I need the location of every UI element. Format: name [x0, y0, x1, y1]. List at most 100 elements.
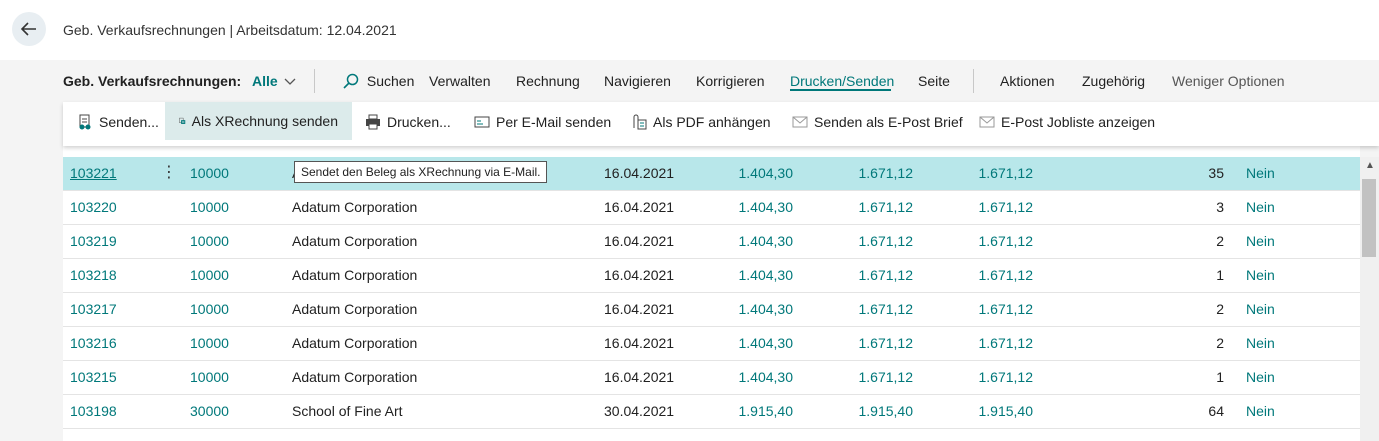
due-date: 16.04.2021 [604, 233, 675, 249]
amount-incl-vat[interactable]: 1.671,12 [859, 301, 914, 317]
due-date: 16.04.2021 [604, 335, 675, 351]
invoice-number-link[interactable]: 103216 [70, 335, 117, 351]
invoice-number-link[interactable]: 103218 [70, 267, 117, 283]
table-row[interactable]: 103218 10000 Adatum Corporation 16.04.2021 1… [63, 259, 1360, 293]
action-bar: Geb. Verkaufsrechnungen: Alle Suchen Ver… [0, 60, 1379, 102]
customer-number-link[interactable]: 10000 [190, 267, 229, 283]
xrechnung-senden-button[interactable]: Als XRechnung senden [165, 102, 352, 140]
amount-incl-vat[interactable]: 1.671,12 [859, 165, 914, 181]
drucken-senden-panel: Senden... Als XRechnung senden Drucken..… [63, 102, 1379, 146]
chevron-down-icon [284, 78, 296, 85]
e-post-jobliste-label: E-Post Jobliste anzeigen [1001, 114, 1156, 130]
amount[interactable]: 1.404,30 [739, 199, 794, 215]
table-row[interactable]: 103217 10000 Adatum Corporation 16.04.2021 1… [63, 293, 1360, 327]
invoice-number-link[interactable]: 103219 [70, 233, 117, 249]
separator [973, 69, 974, 93]
search-button[interactable]: Suchen [343, 73, 414, 89]
menu-seite[interactable]: Seite [918, 73, 950, 89]
customer-number-link[interactable]: 30000 [190, 403, 229, 419]
send-doc-icon [79, 114, 91, 130]
customer-number-link[interactable]: 10000 [190, 369, 229, 385]
invoice-number-link[interactable]: 103220 [70, 199, 117, 215]
customer-number-link[interactable]: 10000 [190, 199, 229, 215]
print-count: 1 [1216, 369, 1224, 385]
remaining-amount[interactable]: 1.671,12 [979, 165, 1034, 181]
amount-incl-vat[interactable]: 1.671,12 [859, 369, 914, 385]
amount[interactable]: 1.404,30 [739, 301, 794, 317]
menu-drucken-senden[interactable]: Drucken/Senden [790, 73, 894, 89]
senden-button[interactable]: Senden... [69, 102, 167, 142]
invoice-number-link[interactable]: 103215 [70, 369, 117, 385]
closed-flag[interactable]: Nein [1246, 233, 1275, 249]
scroll-up-icon[interactable]: ▲ [1365, 160, 1375, 171]
arrow-left-icon [20, 22, 36, 36]
closed-flag[interactable]: Nein [1246, 335, 1275, 351]
row-menu-icon[interactable]: ⋮ [161, 162, 177, 182]
letter-list-icon [979, 116, 995, 128]
closed-flag[interactable]: Nein [1246, 165, 1275, 181]
per-email-senden-button[interactable]: Per E-Mail senden [468, 102, 617, 142]
filter-dropdown[interactable]: Alle [252, 73, 296, 89]
menu-rechnung[interactable]: Rechnung [516, 73, 580, 89]
customer-name: Adatum Corporation [292, 267, 418, 283]
table-row[interactable]: 103219 10000 Adatum Corporation 16.04.2021 1… [63, 225, 1360, 259]
menu-fewer-options[interactable]: Weniger Optionen [1172, 73, 1285, 89]
e-post-jobliste-button[interactable]: E-Post Jobliste anzeigen [973, 102, 1161, 142]
scrollbar-thumb[interactable] [1362, 179, 1376, 257]
print-count: 1 [1216, 267, 1224, 283]
menu-navigieren[interactable]: Navigieren [604, 73, 671, 89]
amount[interactable]: 1.404,30 [739, 267, 794, 283]
table-row[interactable]: 103198 30000 School of Fine Art 30.04.2021 1… [63, 395, 1360, 429]
amount[interactable]: 1.404,30 [739, 369, 794, 385]
amount[interactable]: 1.404,30 [739, 165, 794, 181]
remaining-amount[interactable]: 1.671,12 [979, 199, 1034, 215]
closed-flag[interactable]: Nein [1246, 199, 1275, 215]
closed-flag[interactable]: Nein [1246, 301, 1275, 317]
vertical-scrollbar[interactable]: ▲ [1360, 157, 1379, 441]
amount[interactable]: 1.404,30 [739, 335, 794, 351]
menu-zugehoerig[interactable]: Zugehörig [1082, 73, 1145, 89]
amount-incl-vat[interactable]: 1.915,40 [859, 403, 914, 419]
table-row[interactable]: ⋮10322110000Adatum Corporation16.04.2021… [63, 157, 1360, 191]
drucken-button[interactable]: Drucken... [359, 102, 457, 142]
amount[interactable]: 1.915,40 [739, 403, 794, 419]
remaining-amount[interactable]: 1.671,12 [979, 267, 1034, 283]
amount-incl-vat[interactable]: 1.671,12 [859, 233, 914, 249]
amount-incl-vat[interactable]: 1.671,12 [859, 199, 914, 215]
active-tab-indicator [790, 89, 891, 91]
closed-flag[interactable]: Nein [1246, 369, 1275, 385]
remaining-amount[interactable]: 1.671,12 [979, 369, 1034, 385]
customer-number-link[interactable]: 10000 [190, 301, 229, 317]
menu-korrigieren[interactable]: Korrigieren [696, 73, 764, 89]
back-button[interactable] [12, 12, 46, 46]
amount-incl-vat[interactable]: 1.671,12 [859, 267, 914, 283]
amount[interactable]: 1.404,30 [739, 233, 794, 249]
als-pdf-anhaengen-button[interactable]: Als PDF anhängen [625, 102, 777, 142]
invoice-number-link[interactable]: 103221 [70, 165, 117, 181]
invoice-number-link[interactable]: 103217 [70, 301, 117, 317]
invoice-number-link[interactable]: 103198 [70, 403, 117, 419]
table-row[interactable]: 103216 10000 Adatum Corporation 16.04.2021 1… [63, 327, 1360, 361]
remaining-amount[interactable]: 1.915,40 [979, 403, 1034, 419]
customer-number-link[interactable]: 10000 [190, 165, 229, 181]
customer-number-link[interactable]: 10000 [190, 335, 229, 351]
customer-name: Adatum Corporation [292, 199, 418, 215]
separator [314, 69, 315, 93]
table-row[interactable]: 103220 10000 Adatum Corporation 16.04.2021 1… [63, 191, 1360, 225]
remaining-amount[interactable]: 1.671,12 [979, 301, 1034, 317]
closed-flag[interactable]: Nein [1246, 267, 1275, 283]
letter-icon [792, 116, 808, 128]
table-row[interactable]: 103215 10000 Adatum Corporation 16.04.2021 1… [63, 361, 1360, 395]
closed-flag[interactable]: Nein [1246, 403, 1275, 419]
customer-number-link[interactable]: 10000 [190, 233, 229, 249]
due-date: 16.04.2021 [604, 165, 675, 181]
amount-incl-vat[interactable]: 1.671,12 [859, 335, 914, 351]
e-post-brief-label: Senden als E-Post Brief [814, 114, 963, 130]
remaining-amount[interactable]: 1.671,12 [979, 335, 1034, 351]
menu-verwalten[interactable]: Verwalten [429, 73, 490, 89]
e-post-brief-button[interactable]: Senden als E-Post Brief [786, 102, 969, 142]
remaining-amount[interactable]: 1.671,12 [979, 233, 1034, 249]
menu-aktionen[interactable]: Aktionen [1000, 73, 1054, 89]
email-card-icon [474, 116, 490, 128]
page-title: Geb. Verkaufsrechnungen | Arbeitsdatum: … [63, 22, 397, 38]
